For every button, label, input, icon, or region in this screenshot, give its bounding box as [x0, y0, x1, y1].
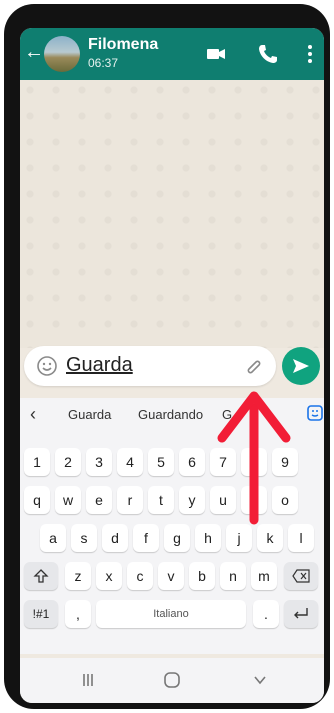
shift-key[interactable]	[24, 562, 58, 590]
key-w[interactable]: w	[55, 486, 81, 514]
system-nav-bar	[20, 658, 324, 703]
key-c[interactable]: c	[127, 562, 153, 590]
backspace-key[interactable]	[284, 562, 318, 590]
key-q[interactable]: q	[24, 486, 50, 514]
recent-apps-icon[interactable]	[78, 670, 98, 690]
suggestion-bar: ‹ Guarda Guardando G	[20, 398, 324, 434]
home-icon[interactable]	[162, 670, 182, 690]
enter-key[interactable]	[284, 600, 318, 628]
shift-icon	[33, 569, 49, 583]
key-4[interactable]: 4	[117, 448, 143, 476]
chat-header: ← Filomena 06:37	[20, 28, 324, 80]
backspace-icon	[292, 569, 310, 583]
key-a[interactable]: a	[40, 524, 66, 552]
key-s[interactable]: s	[71, 524, 97, 552]
key-n[interactable]: n	[220, 562, 246, 590]
key-g[interactable]: g	[164, 524, 190, 552]
key-r[interactable]: r	[117, 486, 143, 514]
back-arrow-icon[interactable]: ←	[24, 41, 44, 63]
key-2[interactable]: 2	[55, 448, 81, 476]
chat-area[interactable]	[20, 80, 324, 348]
key-5[interactable]: 5	[148, 448, 174, 476]
key-b[interactable]: b	[189, 562, 215, 590]
key-z[interactable]: z	[65, 562, 91, 590]
enter-icon	[294, 608, 308, 619]
send-icon	[293, 359, 309, 373]
app-screen: ← Filomena 06:37 Guarda ‹ Guarda Guardan…	[20, 28, 324, 703]
key-f[interactable]: f	[133, 524, 159, 552]
more-icon[interactable]	[298, 42, 322, 66]
key-d[interactable]: d	[102, 524, 128, 552]
keyboard: 1 2 3 4 5 6 7 8 9 q w e r t y u i o a s …	[20, 434, 324, 654]
key-o[interactable]: o	[272, 486, 298, 514]
symbols-key[interactable]: !#1	[24, 600, 58, 628]
key-h[interactable]: h	[195, 524, 221, 552]
phone-frame: ← Filomena 06:37 Guarda ‹ Guarda Guardan…	[4, 4, 330, 709]
back-nav-icon[interactable]	[250, 670, 270, 690]
send-button[interactable]	[282, 347, 320, 385]
key-9[interactable]: 9	[272, 448, 298, 476]
message-input[interactable]: Guarda	[66, 354, 133, 377]
phone-icon[interactable]	[256, 42, 280, 66]
key-8[interactable]: 8	[241, 448, 267, 476]
avatar[interactable]	[44, 36, 80, 72]
key-3[interactable]: 3	[86, 448, 112, 476]
period-key[interactable]: .	[253, 600, 279, 628]
suggestion-3[interactable]: G	[222, 407, 232, 422]
attach-icon[interactable]	[244, 356, 264, 376]
key-6[interactable]: 6	[179, 448, 205, 476]
contact-name[interactable]: Filomena	[88, 36, 158, 54]
comma-key[interactable]: ,	[65, 600, 91, 628]
key-l[interactable]: l	[288, 524, 314, 552]
key-t[interactable]: t	[148, 486, 174, 514]
emoji-icon[interactable]	[36, 355, 58, 377]
suggestion-back-icon[interactable]: ‹	[30, 404, 36, 425]
space-key[interactable]: Italiano	[96, 600, 246, 628]
key-v[interactable]: v	[158, 562, 184, 590]
key-k[interactable]: k	[257, 524, 283, 552]
key-j[interactable]: j	[226, 524, 252, 552]
key-u[interactable]: u	[210, 486, 236, 514]
key-i[interactable]: i	[241, 486, 267, 514]
key-e[interactable]: e	[86, 486, 112, 514]
sticker-icon[interactable]	[306, 404, 324, 422]
key-x[interactable]: x	[96, 562, 122, 590]
key-m[interactable]: m	[251, 562, 277, 590]
key-7[interactable]: 7	[210, 448, 236, 476]
key-1[interactable]: 1	[24, 448, 50, 476]
suggestion-1[interactable]: Guarda	[68, 407, 111, 422]
last-seen-time: 06:37	[88, 56, 119, 70]
suggestion-2[interactable]: Guardando	[138, 407, 203, 422]
message-composer[interactable]: Guarda	[24, 346, 276, 386]
key-y[interactable]: y	[179, 486, 205, 514]
video-call-icon[interactable]	[204, 42, 228, 66]
